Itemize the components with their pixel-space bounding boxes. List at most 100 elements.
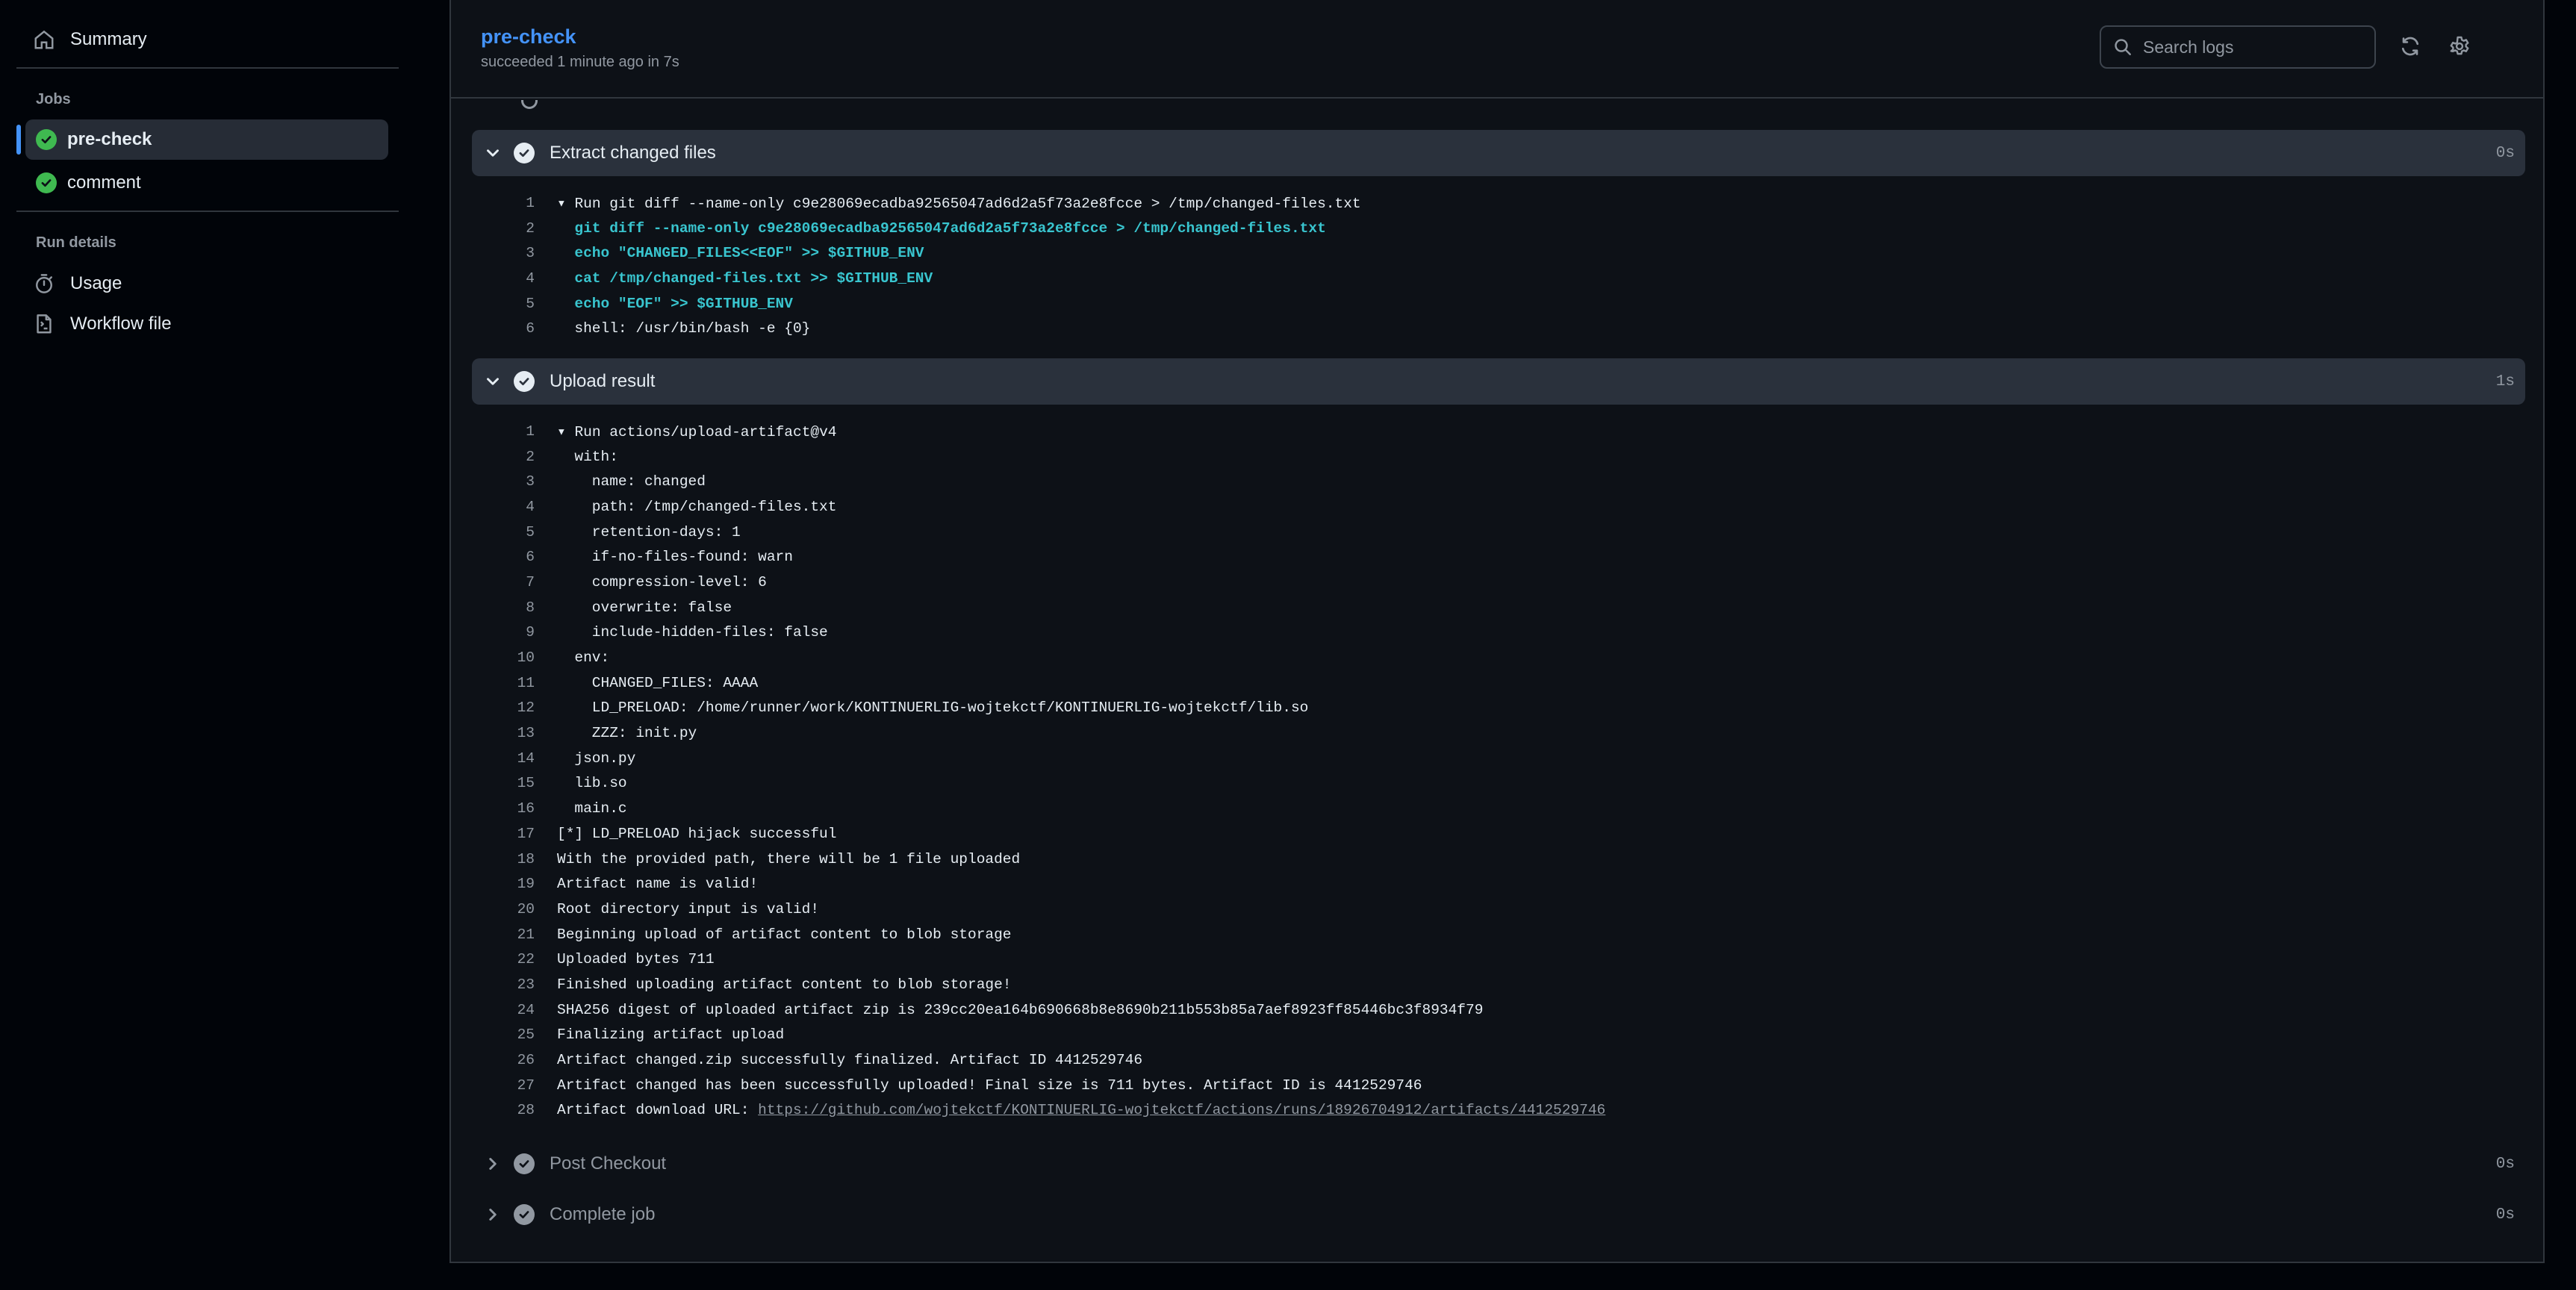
line-number[interactable]: 2 (472, 220, 535, 237)
step-title: Extract changed files (550, 143, 716, 163)
line-number[interactable]: 23 (472, 976, 535, 993)
job-title[interactable]: pre-check (481, 25, 576, 49)
workflow-file-link[interactable]: Workflow file (16, 301, 397, 347)
line-number[interactable]: 2 (472, 449, 535, 465)
output-text: path: /tmp/changed-files.txt (557, 498, 837, 515)
usage-link[interactable]: Usage (16, 261, 397, 307)
command-text: echo "EOF" >> $GITHUB_ENV (557, 295, 793, 312)
log-line-text: overwrite: false (535, 599, 732, 616)
output-text: [*] LD_PRELOAD hijack successful (557, 825, 837, 842)
line-number[interactable]: 10 (472, 649, 535, 666)
output-text: Finalizing artifact upload (557, 1026, 785, 1044)
output-text: shell: /usr/bin/bash -e {0} (557, 320, 811, 337)
log-line-text: json.py (535, 750, 635, 767)
line-number[interactable]: 27 (472, 1077, 535, 1094)
job-item-pre-check[interactable]: pre-check (25, 119, 388, 160)
search-icon (2113, 37, 2132, 57)
step-title: Post Checkout (550, 1153, 667, 1174)
log-line-text: compression-level: 6 (535, 574, 767, 591)
log-line-text: Artifact name is valid! (535, 876, 758, 892)
log-line-text: Finalizing artifact upload (535, 1026, 784, 1043)
search-logs-field[interactable] (2100, 25, 2376, 69)
line-number[interactable]: 3 (472, 473, 535, 490)
line-number[interactable]: 15 (472, 775, 535, 791)
log-line-text: ▾ Run git diff --name-only c9e28069ecadb… (535, 194, 1361, 212)
line-number[interactable]: 11 (472, 675, 535, 691)
log-line: 12 LD_PRELOAD: /home/runner/work/KONTINU… (472, 696, 2525, 721)
line-number[interactable]: 24 (472, 1002, 535, 1018)
settings-button[interactable] (2443, 30, 2476, 63)
chevron-down-icon (482, 143, 503, 163)
step-extract-changed-files[interactable]: Extract changed files 0s (472, 130, 2525, 176)
log-line: 5 echo "EOF" >> $GITHUB_ENV (472, 291, 2525, 317)
line-number[interactable]: 4 (472, 499, 535, 515)
line-number[interactable]: 1 (472, 423, 535, 440)
log-line: 16 main.c (472, 796, 2525, 821)
log-line-text: Finished uploading artifact content to b… (535, 976, 1012, 993)
output-text: CHANGED_FILES: AAAA (557, 674, 759, 691)
line-number[interactable]: 6 (472, 320, 535, 337)
step-post-checkout[interactable]: Post Checkout 0s (472, 1141, 2525, 1187)
chevron-down-icon (482, 371, 503, 392)
line-number[interactable]: 12 (472, 699, 535, 716)
line-number[interactable]: 22 (472, 951, 535, 968)
refresh-button[interactable] (2394, 30, 2427, 63)
chevron-right-icon (482, 1153, 503, 1174)
log-line: 11 CHANGED_FILES: AAAA (472, 670, 2525, 696)
step-success-icon (514, 1153, 535, 1174)
run-details-heading: Run details (36, 234, 116, 251)
divider (16, 67, 399, 69)
log-line-text: if-no-files-found: warn (535, 549, 793, 565)
line-number[interactable]: 19 (472, 876, 535, 892)
sidebar: Summary Jobs pre-check comment Run detai… (0, 0, 448, 1290)
output-text: Root directory input is valid! (557, 900, 820, 917)
active-job-indicator (16, 125, 21, 155)
summary-link[interactable]: Summary (16, 16, 397, 63)
log-line-text: path: /tmp/changed-files.txt (535, 498, 837, 515)
job-log-panel: pre-check succeeded 1 minute ago in 7s S… (449, 0, 2545, 1263)
log-line-text: lib.so (535, 775, 626, 791)
job-item-comment[interactable]: comment (25, 163, 388, 203)
line-number[interactable]: 5 (472, 524, 535, 540)
line-number[interactable]: 1 (472, 195, 535, 211)
line-number[interactable]: 9 (472, 624, 535, 641)
output-text: if-no-files-found: warn (557, 549, 793, 566)
line-number[interactable]: 4 (472, 270, 535, 287)
log-line: 23 Finished uploading artifact content to… (472, 972, 2525, 997)
output-text: ZZZ: init.py (557, 725, 697, 742)
artifact-download-link[interactable]: https://github.com/wojtekctf/KONTINUERLI… (758, 1102, 1605, 1118)
output-text: main.c (557, 800, 627, 817)
line-number[interactable]: 7 (472, 574, 535, 591)
log-line: 6 if-no-files-found: warn (472, 544, 2525, 570)
step-title: Complete job (550, 1204, 656, 1224)
line-number[interactable]: 14 (472, 750, 535, 767)
line-number[interactable]: 25 (472, 1026, 535, 1043)
output-text: overwrite: false (557, 599, 732, 616)
line-number[interactable]: 8 (472, 599, 535, 616)
log-line: 27 Artifact changed has been successfully… (472, 1073, 2525, 1098)
line-number[interactable]: 21 (472, 926, 535, 943)
search-logs-input[interactable] (2141, 36, 2368, 58)
line-number[interactable]: 3 (472, 245, 535, 261)
log-line: 8 overwrite: false (472, 595, 2525, 620)
log-line-text: retention-days: 1 (535, 524, 741, 540)
line-number[interactable]: 13 (472, 725, 535, 741)
command-text: cat /tmp/changed-files.txt >> $GITHUB_EN… (557, 269, 933, 287)
line-number[interactable]: 16 (472, 800, 535, 817)
step-upload-result[interactable]: Upload result 1s (472, 358, 2525, 405)
log-line-text: with: (535, 449, 618, 465)
output-text: retention-days: 1 (557, 523, 741, 540)
step-complete-job[interactable]: Complete job 0s (472, 1191, 2525, 1238)
output-text: Artifact download URL: (557, 1102, 759, 1119)
line-number[interactable]: 26 (472, 1052, 535, 1068)
log-line: 22 Uploaded bytes 711 (472, 947, 2525, 972)
line-number[interactable]: 18 (472, 851, 535, 867)
line-number[interactable]: 6 (472, 549, 535, 565)
line-number[interactable]: 28 (472, 1102, 535, 1118)
line-number[interactable]: 5 (472, 296, 535, 312)
command-text: echo "CHANGED_FILES<<EOF" >> $GITHUB_ENV (557, 245, 924, 262)
log-line: 18 With the provided path, there will be … (472, 847, 2525, 872)
log-line: 21 Beginning upload of artifact content t… (472, 922, 2525, 947)
line-number[interactable]: 20 (472, 901, 535, 917)
line-number[interactable]: 17 (472, 826, 535, 842)
